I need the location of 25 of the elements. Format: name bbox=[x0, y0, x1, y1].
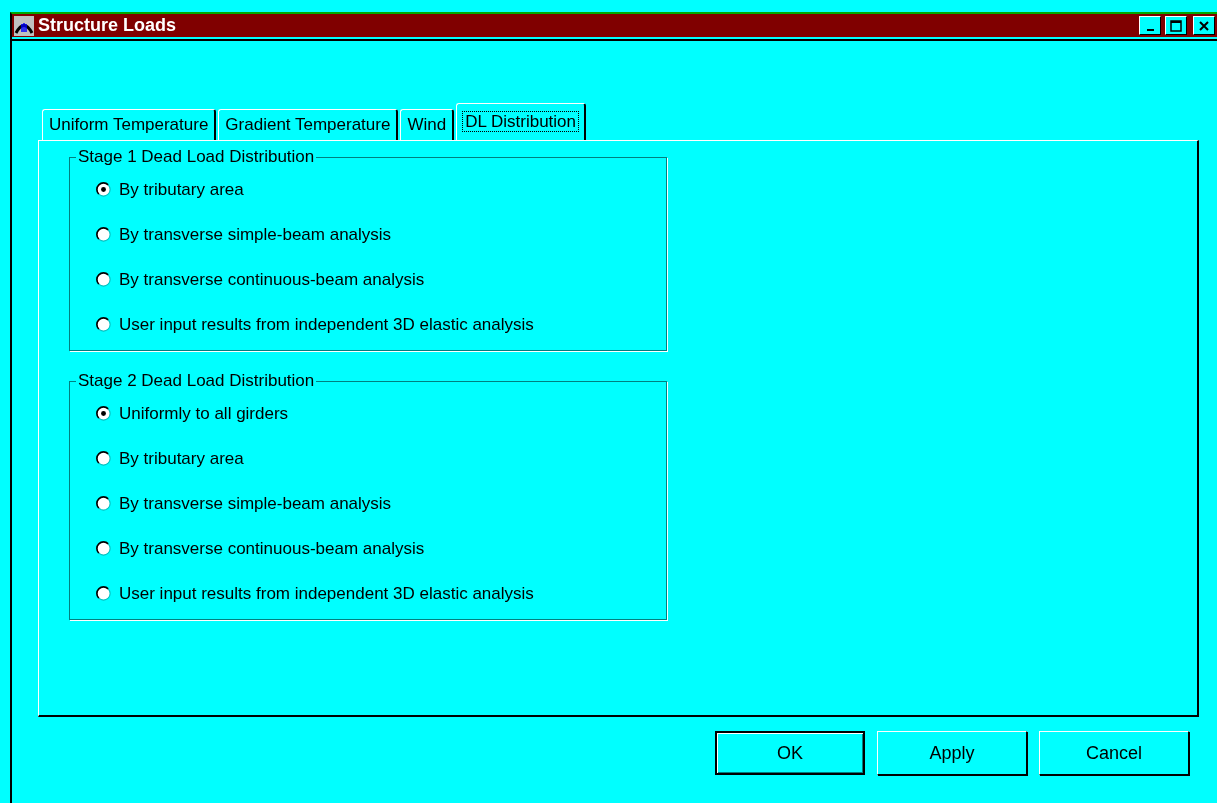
radio-option[interactable]: By transverse simple-beam analysis bbox=[96, 492, 666, 515]
radio-option[interactable]: By transverse simple-beam analysis bbox=[96, 223, 666, 246]
radio-option[interactable]: By transverse continuous-beam analysis bbox=[96, 268, 666, 291]
dialog-button[interactable]: Cancel bbox=[1039, 731, 1189, 775]
tab[interactable]: Uniform Temperature bbox=[42, 109, 217, 140]
window-title: Structure Loads bbox=[38, 15, 177, 36]
dialog-button[interactable]: Apply bbox=[877, 731, 1027, 775]
tab[interactable]: DL Distribution bbox=[456, 103, 586, 140]
radio-option[interactable]: Uniformly to all girders bbox=[96, 402, 666, 425]
radio-option[interactable]: User input results from independent 3D elastic analysis bbox=[96, 582, 666, 605]
minimize-icon bbox=[1146, 28, 1154, 31]
group-title: Stage 2 Dead Load Distribution bbox=[76, 371, 317, 391]
radio-option[interactable]: By tributary area bbox=[96, 447, 666, 470]
maximize-button[interactable] bbox=[1165, 16, 1187, 35]
radio-option[interactable]: By transverse continuous-beam analysis bbox=[96, 537, 666, 560]
close-icon bbox=[1198, 19, 1210, 32]
close-button[interactable] bbox=[1193, 16, 1215, 35]
group-title: Stage 1 Dead Load Distribution bbox=[76, 147, 317, 167]
maximize-icon bbox=[1170, 19, 1182, 32]
radio-option[interactable]: User input results from independent 3D elastic analysis bbox=[96, 313, 666, 336]
radio-option[interactable]: By tributary area bbox=[96, 178, 666, 201]
dialog-button[interactable]: OK bbox=[715, 731, 865, 775]
tab[interactable]: Wind bbox=[400, 109, 455, 140]
tab[interactable]: Gradient Temperature bbox=[218, 109, 399, 140]
minimize-button[interactable] bbox=[1139, 16, 1161, 35]
